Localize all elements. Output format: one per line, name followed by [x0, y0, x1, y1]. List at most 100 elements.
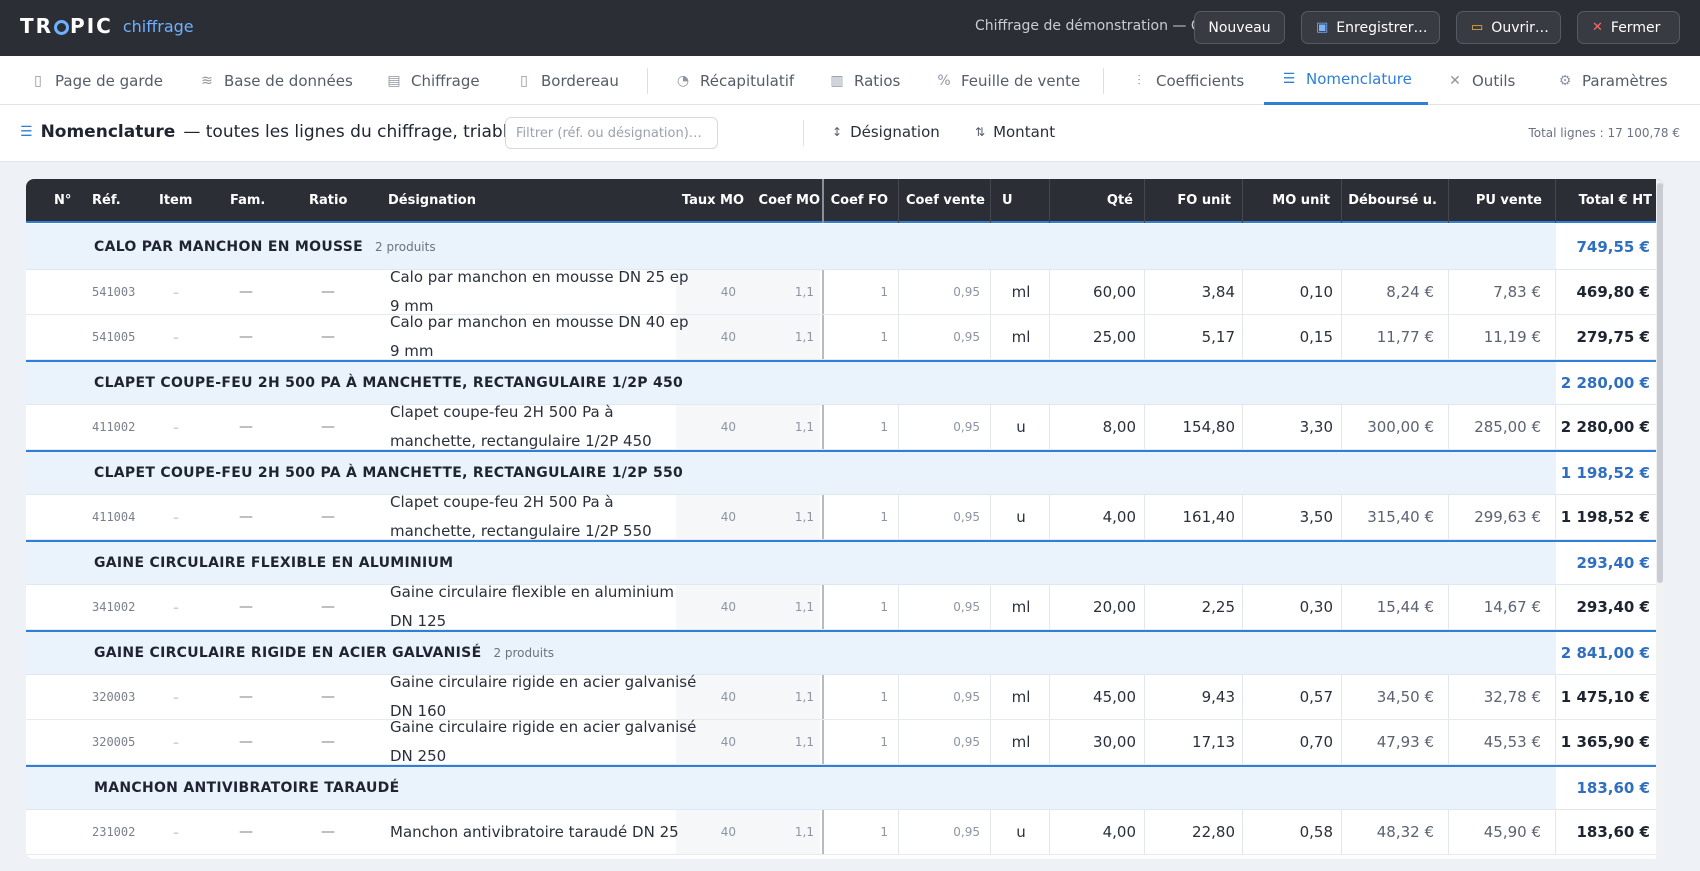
col-unit[interactable]: U [1002, 193, 1013, 208]
group-row[interactable]: CLAPET COUPE-FEU 2H 500 PA À MANCHETTE, … [26, 450, 1664, 495]
tab-bordereau[interactable]: ▯ Bordereau [516, 56, 619, 105]
col-fo-unit[interactable]: FO unit [1151, 193, 1231, 208]
tab-chiffrage[interactable]: ▤ Chiffrage [386, 56, 479, 105]
col-designation[interactable]: Désignation [388, 193, 476, 208]
coef-fo-cell[interactable]: 1 [846, 495, 888, 539]
filter-input[interactable] [505, 117, 718, 149]
col-taux-mo[interactable]: Taux MO [666, 193, 744, 208]
column-divider [822, 315, 824, 359]
coef-mo-cell[interactable]: 1,1 [766, 315, 814, 359]
group-row[interactable]: CALO PAR MANCHON EN MOUSSE 2 produits 749,… [26, 224, 1664, 270]
close-button[interactable]: ✕ Fermer [1577, 11, 1680, 44]
tab-recapitulatif[interactable]: ◔ Récapitulatif [675, 56, 794, 105]
coef-vente-cell[interactable]: 0,95 [916, 270, 980, 314]
coef-mo-cell[interactable]: 1,1 [766, 405, 814, 449]
fo-unit-cell: 5,17 [1201, 328, 1235, 346]
coef-fo-cell[interactable]: 1 [846, 405, 888, 449]
qty-cell[interactable]: 30,00 [1056, 720, 1136, 764]
table-row[interactable]: 320005 – — — Gaine circulaire rigide en acie… [26, 718, 1664, 765]
taux-mo-cell[interactable]: 40 [686, 720, 736, 764]
coef-fo-cell[interactable]: 1 [846, 270, 888, 314]
col-mo-unit[interactable]: MO unit [1249, 193, 1330, 208]
list-icon: ☰ [20, 124, 33, 140]
col-ratio[interactable]: Ratio [309, 193, 347, 208]
coef-vente-cell[interactable]: 0,95 [916, 810, 980, 854]
save-button[interactable]: ▣ Enregistrer… [1301, 11, 1440, 44]
mo-unit-cell: 0,58 [1299, 823, 1333, 841]
table-header: N° Réf. Item Fam. Ratio Désignation Taux… [26, 179, 1664, 223]
col-debourse[interactable]: Déboursé u. [1348, 193, 1437, 208]
col-pu-vente[interactable]: PU vente [1455, 193, 1542, 208]
col-qte[interactable]: Qté [1056, 193, 1133, 208]
scrollbar-thumb[interactable] [1657, 183, 1663, 583]
col-ref[interactable]: Réf. [92, 193, 121, 208]
taux-mo-cell[interactable]: 40 [686, 495, 736, 539]
table-row[interactable]: 541005 – — — Calo par manchon en mousse DN 4… [26, 313, 1664, 360]
coef-vente-cell[interactable]: 0,95 [916, 720, 980, 764]
table-row[interactable]: 320003– — — Gaine circulaire rigide en acie… [26, 673, 1664, 720]
table-row[interactable]: 341002 – — — Gaine circulaire flexible en al… [26, 583, 1664, 630]
qty-cell[interactable]: 20,00 [1056, 585, 1136, 629]
taux-mo-cell[interactable]: 40 [686, 810, 736, 854]
qty-cell[interactable]: 60,00 [1056, 270, 1136, 314]
taux-mo-cell[interactable]: 40 [686, 405, 736, 449]
qty-cell[interactable]: 45,00 [1056, 675, 1136, 719]
col-coef-fo[interactable]: Coef FO [826, 193, 888, 208]
coef-fo-cell[interactable]: 1 [846, 675, 888, 719]
coef-mo-cell[interactable]: 1,1 [766, 810, 814, 854]
column-divider [1049, 179, 1050, 223]
table-row[interactable]: 411004 – — — Clapet coupe-feu 2H 500 Pa à ma… [26, 493, 1664, 540]
coef-mo-cell[interactable]: 1,1 [766, 720, 814, 764]
coef-vente-cell[interactable]: 0,95 [916, 495, 980, 539]
col-coef-vente[interactable]: Coef vente [902, 193, 985, 208]
taux-mo-cell[interactable]: 40 [686, 315, 736, 359]
tab-parametres[interactable]: ⚙ Paramètres [1557, 56, 1668, 105]
coef-mo-cell[interactable]: 1,1 [766, 270, 814, 314]
tab-base-de-donnees[interactable]: ≋ Base de données [199, 56, 353, 105]
coef-mo-cell[interactable]: 1,1 [766, 675, 814, 719]
new-button[interactable]: Nouveau [1194, 11, 1285, 44]
coef-vente-cell[interactable]: 0,95 [916, 405, 980, 449]
qty-cell[interactable]: 8,00 [1056, 405, 1136, 449]
table-scrollbar[interactable] [1656, 179, 1664, 859]
qty-cell[interactable]: 4,00 [1056, 495, 1136, 539]
sort-by-amount-button[interactable]: ⇅ Montant [975, 123, 1055, 141]
col-fam[interactable]: Fam. [230, 193, 265, 208]
ref-cell: 411002 [92, 420, 136, 434]
group-row[interactable]: CLAPET COUPE-FEU 2H 500 PA À MANCHETTE, … [26, 360, 1664, 405]
coef-mo-cell[interactable]: 1,1 [766, 585, 814, 629]
group-row[interactable]: MANCHON ANTIVIBRATOIRE TARAUDÉ 183,60 € [26, 765, 1664, 810]
coef-fo-cell[interactable]: 1 [846, 315, 888, 359]
qty-cell[interactable]: 4,00 [1056, 810, 1136, 854]
table-row[interactable]: 411002 – — — Clapet coupe-feu 2H 500 Pa à ma… [26, 403, 1664, 450]
ref-cell: 231002 [92, 825, 136, 839]
coef-vente-cell[interactable]: 0,95 [916, 675, 980, 719]
group-row[interactable]: GAINE CIRCULAIRE RIGIDE EN ACIER GALVANI… [26, 630, 1664, 675]
coef-fo-cell[interactable]: 1 [846, 585, 888, 629]
tab-ratios[interactable]: ▥ Ratios [829, 56, 900, 105]
sort-by-designation-button[interactable]: ↕ Désignation [832, 123, 940, 141]
coef-vente-cell[interactable]: 0,95 [916, 315, 980, 359]
col-item[interactable]: Item [159, 193, 192, 208]
tab-page-de-garde[interactable]: ▯ Page de garde [30, 56, 163, 105]
qty-cell[interactable]: 25,00 [1056, 315, 1136, 359]
tab-coefficients[interactable]: ⫶ Coefficients [1131, 56, 1244, 105]
tab-nomenclature[interactable]: ☰ Nomenclature [1264, 56, 1428, 105]
folder-icon: ▭ [1471, 20, 1484, 35]
pie-icon: ◔ [676, 72, 690, 89]
tab-feuille-de-vente[interactable]: % Feuille de vente [936, 56, 1080, 105]
coef-fo-cell[interactable]: 1 [846, 720, 888, 764]
tab-outils[interactable]: ✕ Outils [1447, 56, 1515, 105]
coef-mo-cell[interactable]: 1,1 [766, 495, 814, 539]
table-row[interactable]: 541003– — — Calo par manchon en mousse DN 2… [26, 268, 1664, 315]
col-total[interactable]: Total € HT [1562, 193, 1652, 208]
col-coef-mo[interactable]: Coef MO [750, 193, 820, 208]
open-button[interactable]: ▭ Ouvrir… [1456, 11, 1561, 44]
group-row[interactable]: GAINE CIRCULAIRE FLEXIBLE EN ALUMINIUM 29… [26, 540, 1664, 585]
coef-vente-cell[interactable]: 0,95 [916, 585, 980, 629]
coef-fo-cell[interactable]: 1 [846, 810, 888, 854]
table-row[interactable]: 231002 – — — Manchon antivibratoire taraudé … [26, 810, 1664, 855]
taux-mo-cell[interactable]: 40 [686, 585, 736, 629]
column-divider [1049, 315, 1050, 359]
col-num[interactable]: N° [54, 193, 71, 208]
